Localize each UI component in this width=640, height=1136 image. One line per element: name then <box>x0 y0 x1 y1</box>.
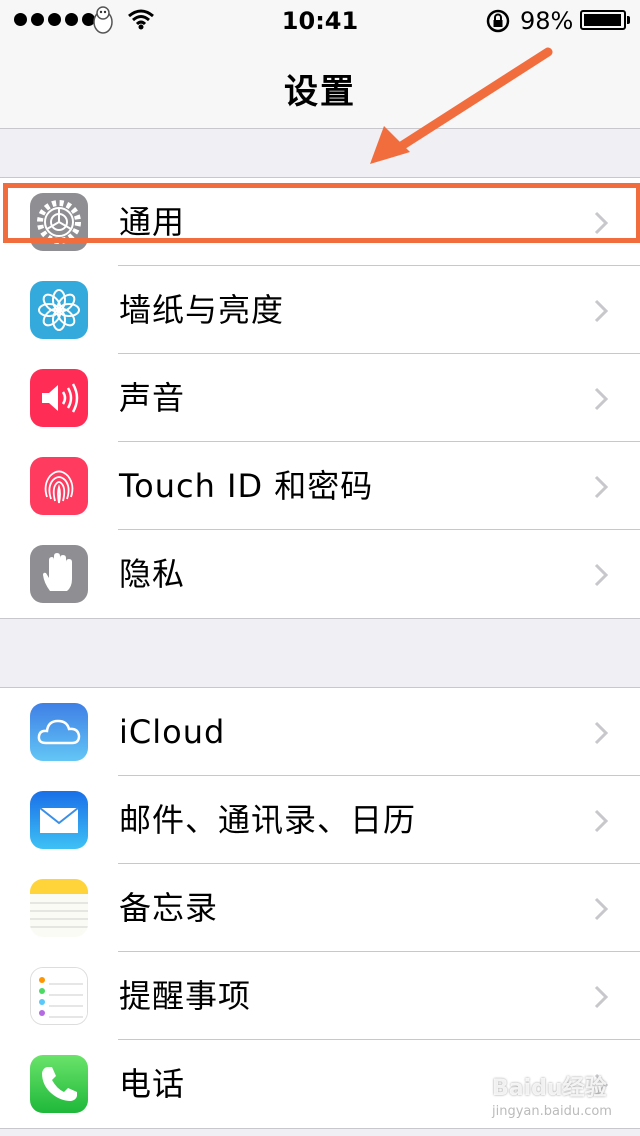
chevron-right-icon <box>594 897 609 921</box>
rotation-lock-icon <box>486 9 510 33</box>
watermark-brand: Baidu经验 <box>492 1076 607 1101</box>
phone-icon <box>30 1055 88 1113</box>
chevron-right-icon <box>594 299 609 323</box>
settings-row-label: 隐私 <box>119 555 186 593</box>
chevron-right-icon <box>594 387 609 411</box>
watermark: Baidu经验 jingyan.baidu.com <box>492 1070 632 1130</box>
settings-row-label: 备忘录 <box>119 889 219 927</box>
battery-percentage: 98% <box>520 7 574 35</box>
flower-icon <box>30 281 88 339</box>
chevron-right-icon <box>594 563 609 587</box>
settings-row-mail[interactable]: 邮件、通讯录、日历 <box>0 776 640 864</box>
battery-fill <box>584 14 622 26</box>
settings-row-label: 声音 <box>119 379 186 417</box>
notes-icon <box>30 879 88 937</box>
reminders-icon <box>30 967 88 1025</box>
cloud-icon <box>30 703 88 761</box>
chevron-right-icon <box>594 985 609 1009</box>
highlight-box <box>3 183 640 243</box>
settings-row-label: 邮件、通讯录、日历 <box>119 801 417 839</box>
settings-row-wallpaper[interactable]: 墙纸与亮度 <box>0 266 640 354</box>
hand-icon <box>30 545 88 603</box>
navigation-bar: 设置 <box>0 40 640 129</box>
chevron-right-icon <box>594 721 609 745</box>
settings-row-label: iCloud <box>119 713 226 751</box>
settings-row-label: 电话 <box>119 1065 186 1103</box>
fingerprint-icon <box>30 457 88 515</box>
settings-group-2: iCloud 邮件、通讯录、日历 备忘录 提醒事项 电话 <box>0 687 640 1129</box>
settings-row-label: Touch ID 和密码 <box>119 467 374 505</box>
page-title: 设置 <box>284 72 356 112</box>
settings-row-reminders[interactable]: 提醒事项 <box>0 952 640 1040</box>
settings-row-privacy[interactable]: 隐私 <box>0 530 640 618</box>
settings-row-label: 提醒事项 <box>119 977 252 1015</box>
settings-row-notes[interactable]: 备忘录 <box>0 864 640 952</box>
battery-icon <box>580 10 630 30</box>
speaker-icon <box>30 369 88 427</box>
chevron-right-icon <box>594 475 609 499</box>
settings-row-label: 墙纸与亮度 <box>119 291 285 329</box>
watermark-url: jingyan.baidu.com <box>492 1104 612 1119</box>
settings-row-icloud[interactable]: iCloud <box>0 688 640 776</box>
settings-row-sounds[interactable]: 声音 <box>0 354 640 442</box>
status-bar: 10:41 98% <box>0 0 640 40</box>
settings-row-touchid[interactable]: Touch ID 和密码 <box>0 442 640 530</box>
mail-icon <box>30 791 88 849</box>
chevron-right-icon <box>594 809 609 833</box>
settings-group-1: 通用 墙纸与亮度 声音 Touch ID 和密码 隐私 <box>0 177 640 619</box>
